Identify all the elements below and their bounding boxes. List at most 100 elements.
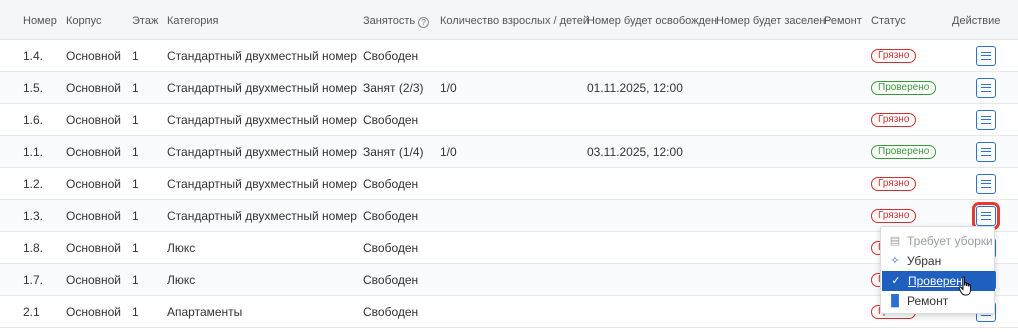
cell-building: Основной xyxy=(66,273,122,287)
header-category[interactable]: Категория xyxy=(167,0,218,40)
action-menu-button[interactable] xyxy=(976,110,996,130)
action-menu-button[interactable] xyxy=(976,174,996,194)
menu-lines-icon xyxy=(981,116,991,124)
cell-category: Люкс xyxy=(167,241,196,255)
cell-freed: 03.11.2025, 12:00 xyxy=(587,145,683,159)
cell-num: 1.2. xyxy=(23,177,44,191)
status-badge: Проверено xyxy=(871,145,937,159)
header-status[interactable]: Статус xyxy=(871,0,906,40)
cell-occupancy: Свободен xyxy=(363,209,419,223)
sparkle-icon: ✧ xyxy=(890,255,900,267)
cell-guests: 1/0 xyxy=(440,145,457,159)
table-header: Номер Корпус Этаж Категория Занятость? К… xyxy=(0,0,1018,40)
cell-occupancy: Свободен xyxy=(363,49,419,63)
action-menu-button[interactable] xyxy=(976,46,996,66)
cell-category: Стандартный двухместный номер xyxy=(167,81,357,95)
action-menu-button[interactable] xyxy=(972,202,1000,230)
cell-category: Люкс xyxy=(167,273,196,287)
header-action: Действие xyxy=(952,15,1001,27)
header-occupancy[interactable]: Занятость? xyxy=(363,0,430,40)
cell-floor: 1 xyxy=(132,49,139,63)
cell-num: 1.8. xyxy=(23,241,44,255)
table-row[interactable]: 1.1. Основной 1 Стандартный двухместный ном… xyxy=(0,136,1018,168)
cell-building: Основной xyxy=(66,113,122,127)
cell-category: Стандартный двухместный номер xyxy=(167,145,357,159)
cell-building: Основной xyxy=(66,305,122,319)
cell-building: Основной xyxy=(66,241,122,255)
table-row[interactable]: 2.1Основной1АпартаментыСвободенГрязно xyxy=(0,296,1018,328)
cell-num: 1.5. xyxy=(23,81,44,95)
table-row[interactable]: 1.8.Основной1ЛюксСвободенГрязно xyxy=(0,232,1018,264)
menu-item-label: Ремонт xyxy=(907,294,949,308)
menu-item-label: Требует уборки xyxy=(907,234,993,248)
menu-item-checked[interactable]: ✓ Проверен xyxy=(882,271,995,291)
menu-lines-icon xyxy=(981,52,991,60)
menu-item-label: Проверен xyxy=(908,274,963,288)
cell-num: 1.4. xyxy=(23,49,44,63)
status-badge: Грязно xyxy=(871,209,917,223)
status-badge: Грязно xyxy=(871,113,917,127)
header-floor[interactable]: Этаж xyxy=(132,0,158,40)
rooms-table: Номер Корпус Этаж Категория Занятость? К… xyxy=(0,0,1018,328)
header-freed[interactable]: Номер будет освобожден xyxy=(587,0,717,40)
table-row[interactable]: 1.4. Основной 1 Стандартный двухместный ном… xyxy=(0,40,1018,72)
menu-lines-icon xyxy=(981,212,991,220)
cell-freed: 01.11.2025, 12:00 xyxy=(587,81,683,95)
cell-floor: 1 xyxy=(132,113,139,127)
cell-building: Основной xyxy=(66,209,122,223)
table-row[interactable]: 1.6. Основной 1 Стандартный двухместный ном… xyxy=(0,104,1018,136)
cell-building: Основной xyxy=(66,145,122,159)
status-badge: Грязно xyxy=(871,177,917,191)
cell-occupancy: Свободен xyxy=(363,113,419,127)
menu-lines-icon xyxy=(981,180,991,188)
cell-category: Апартаменты xyxy=(167,305,243,319)
cell-num: 1.1. xyxy=(23,145,44,159)
menu-item-needs-cleaning[interactable]: ▤ Требует уборки xyxy=(881,231,994,251)
table-row[interactable]: 1.7.Основной1ЛюксСвободенГрязно xyxy=(0,264,1018,296)
header-num[interactable]: Номер xyxy=(23,0,57,40)
status-dropdown-menu: ▤ Требует уборки ✧ Убран ✓ Проверен █ Ре… xyxy=(880,226,995,314)
cell-guests: 1/0 xyxy=(440,81,457,95)
cell-num: 1.7. xyxy=(23,273,44,287)
cell-building: Основной xyxy=(66,177,122,191)
cell-num: 2.1 xyxy=(23,305,40,319)
cell-floor: 1 xyxy=(132,177,139,191)
header-settled[interactable]: Номер будет заселен xyxy=(716,0,825,40)
paint-roller-icon: █ xyxy=(891,295,899,307)
cell-building: Основной xyxy=(66,81,122,95)
cell-category: Стандартный двухместный номер xyxy=(167,177,357,191)
table-row[interactable]: 1.2. Основной 1 Стандартный двухместный ном… xyxy=(0,168,1018,200)
status-badge: Грязно xyxy=(871,49,917,63)
header-repair[interactable]: Ремонт xyxy=(824,0,862,40)
table-row[interactable]: 1.5. Основной 1 Стандартный двухместный ном… xyxy=(0,72,1018,104)
action-menu-button[interactable] xyxy=(976,78,996,98)
menu-item-cleaned[interactable]: ✧ Убран xyxy=(881,251,994,271)
cell-floor: 1 xyxy=(132,209,139,223)
header-building[interactable]: Корпус xyxy=(66,0,101,40)
cell-category: Стандартный двухместный номер xyxy=(167,113,357,127)
cell-floor: 1 xyxy=(132,305,139,319)
cell-num: 1.6. xyxy=(23,113,44,127)
header-guests[interactable]: Количество взрослых / детей xyxy=(440,0,589,40)
menu-lines-icon xyxy=(981,84,991,92)
cell-category: Стандартный двухместный номер xyxy=(167,49,357,63)
status-badge: Проверено xyxy=(871,81,937,95)
cell-num: 1.3. xyxy=(23,209,44,223)
cell-occupancy: Свободен xyxy=(363,177,419,191)
action-menu-button[interactable] xyxy=(976,142,996,162)
cell-floor: 1 xyxy=(132,241,139,255)
cell-occupancy: Свободен xyxy=(363,241,419,255)
cell-occupancy: Занят (1/4) xyxy=(363,145,424,159)
cell-floor: 1 xyxy=(132,273,139,287)
cell-occupancy: Свободен xyxy=(363,305,419,319)
check-icon: ✓ xyxy=(891,275,901,287)
cell-building: Основной xyxy=(66,49,122,63)
menu-item-repair[interactable]: █ Ремонт xyxy=(881,291,994,311)
cell-occupancy: Занят (2/3) xyxy=(363,81,424,95)
header-occupancy-label: Занятость xyxy=(363,15,416,27)
cell-category: Стандартный двухместный номер xyxy=(167,209,357,223)
menu-lines-icon xyxy=(981,148,991,156)
help-icon[interactable]: ? xyxy=(418,17,430,28)
menu-item-label: Убран xyxy=(907,254,942,268)
table-row[interactable]: 1.3. Основной 1 Стандартный двухместный ном… xyxy=(0,200,1018,232)
